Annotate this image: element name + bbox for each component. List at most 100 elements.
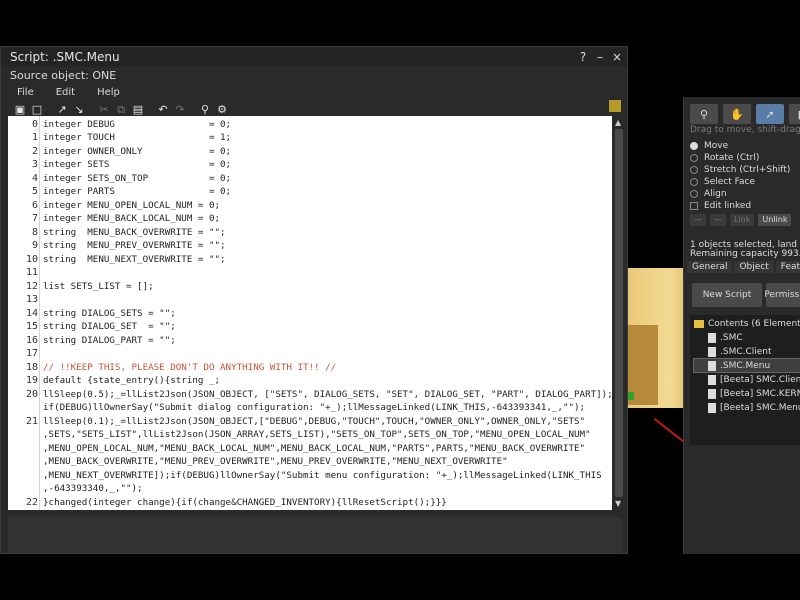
line-number: 3 (31, 159, 38, 170)
list-item[interactable]: [Beeta] SMC.Client (694, 373, 800, 386)
code-line: string DIALOG_SET = ""; (43, 321, 176, 332)
tab-general[interactable]: General (687, 261, 733, 273)
edit-linked-checkbox[interactable]: Edit linked (690, 201, 751, 211)
list-item[interactable]: .SMC.Client (694, 345, 772, 358)
radio-selected-icon[interactable] (690, 142, 698, 150)
list-item-selected[interactable]: .SMC.Menu (693, 358, 800, 373)
code-line: ,MENU_OPEN_LOCAL_NUM,"MENU_BACK_LOCAL_NU… (43, 443, 586, 454)
code-line: llSleep(0.5);_=llList2Json(JSON_OBJECT, … (43, 389, 612, 400)
radio-icon[interactable] (690, 190, 698, 198)
save-icon[interactable]: ▣ (13, 103, 27, 117)
line-number: 6 (31, 200, 38, 211)
code-text-area[interactable]: integer DEBUG = 0; integer TOUCH = 1; in… (43, 116, 612, 510)
code-line: integer SETS = 0; (43, 159, 232, 170)
paste-icon[interactable]: ▤ (131, 103, 145, 117)
line-number: 5 (31, 186, 38, 197)
folder-label: Contents (6 Elements) (708, 318, 800, 329)
list-item[interactable]: [Beeta] SMC.Menu (694, 401, 800, 414)
line-number: 21 (25, 416, 38, 427)
code-editor[interactable]: 0 1 2 3 4 5 6 7 8 9 10 11 12 13 14 15 16… (8, 116, 612, 510)
permissions-button[interactable]: Permissions (764, 283, 800, 307)
tab-object[interactable]: Object (734, 261, 774, 273)
contents-folder[interactable]: Contents (6 Elements) (694, 317, 800, 330)
import-icon[interactable]: ↘ (72, 103, 86, 117)
nav-right-button[interactable]: — (710, 214, 726, 226)
edit-linked-label: Edit linked (704, 201, 752, 211)
link-button[interactable]: Link (730, 214, 755, 226)
line-number: 15 (25, 321, 38, 332)
settings-icon[interactable]: ⚙ (215, 103, 229, 117)
mode-rotate[interactable]: Rotate (Ctrl) (690, 153, 759, 163)
code-line: ,-643393340,_,""); (43, 483, 143, 494)
create-tool-icon[interactable]: ■ (789, 104, 800, 124)
folder-icon (694, 319, 704, 328)
window-titlebar[interactable]: Script: .SMC.Menu ? – × (1, 47, 627, 67)
item-label: .SMC.Client (720, 346, 772, 357)
item-label: [Beeta] SMC.KERNEL (720, 388, 800, 399)
scroll-down-icon[interactable]: ▼ (615, 499, 621, 508)
mode-stretch[interactable]: Stretch (Ctrl+Shift) (690, 165, 790, 175)
focus-tool-icon[interactable]: ⚲ (690, 104, 718, 124)
copy-icon[interactable]: ⧉ (114, 103, 128, 117)
script-icon (708, 374, 716, 385)
build-hint-text: Drag to move, shift-drag to copy (690, 125, 800, 135)
axis-handle[interactable] (628, 392, 634, 400)
line-number: 11 (25, 267, 38, 278)
code-line: integer TOUCH = 1; (43, 132, 232, 143)
line-number: 20 (25, 389, 38, 400)
code-line: // !!KEEP THIS, PLEASE DON'T DO ANYTHING… (43, 362, 337, 373)
code-line: integer DEBUG = 0; (43, 119, 232, 130)
undo-icon[interactable]: ↶ (156, 103, 170, 117)
code-line: integer OWNER_ONLY = 0; (43, 146, 232, 157)
mode-select-face[interactable]: Select Face (690, 177, 755, 187)
menu-bar: File Edit Help (1, 84, 627, 101)
script-icon (708, 388, 716, 399)
script-editor-window: Script: .SMC.Menu ? – × Source object: O… (0, 46, 628, 554)
script-icon (708, 346, 716, 357)
scrollbar-thumb[interactable] (615, 129, 623, 497)
line-number: 0 (31, 119, 38, 130)
list-item[interactable]: .SMC (694, 331, 743, 344)
redo-icon[interactable]: ↷ (173, 103, 187, 117)
checkbox-icon[interactable] (690, 202, 698, 210)
build-tabs: General Object Features (687, 261, 800, 273)
new-script-button[interactable]: New Script (692, 283, 762, 307)
grab-tool-icon[interactable]: ✋ (723, 104, 751, 124)
edit-tool-icon[interactable]: ➚ (756, 104, 784, 124)
status-indicator-icon (609, 100, 621, 112)
code-line: integer PARTS = 0; (43, 186, 232, 197)
help-button[interactable]: ? (576, 50, 590, 64)
script-icon (708, 332, 716, 343)
radio-icon[interactable] (690, 154, 698, 162)
menu-file[interactable]: File (17, 84, 34, 101)
mode-move[interactable]: Move (690, 141, 728, 151)
line-number: 22 (25, 497, 38, 508)
code-line: string DIALOG_PART = ""; (43, 335, 176, 346)
link-button-row: — — Link Unlink (690, 214, 795, 226)
unlink-button[interactable]: Unlink (758, 214, 792, 226)
export-icon[interactable]: ↗ (55, 103, 69, 117)
line-number-gutter: 0 1 2 3 4 5 6 7 8 9 10 11 12 13 14 15 16… (8, 116, 40, 510)
axis-line (653, 417, 687, 445)
radio-icon[interactable] (690, 178, 698, 186)
contents-list[interactable]: Contents (6 Elements) .SMC .SMC.Client .… (690, 315, 800, 445)
code-line: integer MENU_BACK_LOCAL_NUM = 0; (43, 213, 221, 224)
scroll-up-icon[interactable]: ▲ (615, 118, 621, 127)
radio-icon[interactable] (690, 166, 698, 174)
nav-left-button[interactable]: — (690, 214, 706, 226)
close-button[interactable]: × (610, 50, 624, 64)
mode-align[interactable]: Align (690, 189, 727, 199)
cut-icon[interactable]: ✂ (97, 103, 111, 117)
code-line: llSleep(0.1);_=llList2Json(JSON_OBJECT,[… (43, 416, 586, 427)
search-icon[interactable]: ⚲ (198, 103, 212, 117)
item-label: .SMC.Menu (720, 360, 771, 371)
minimize-button[interactable]: – (593, 50, 607, 64)
list-item[interactable]: [Beeta] SMC.KERNEL (694, 387, 800, 400)
save-as-icon[interactable]: □ (30, 103, 44, 117)
source-object-label: Source object: ONE (10, 69, 117, 82)
menu-edit[interactable]: Edit (56, 84, 75, 101)
script-icon (708, 360, 716, 371)
menu-help[interactable]: Help (97, 84, 120, 101)
line-number: 7 (31, 213, 38, 224)
tab-features[interactable]: Features (775, 261, 800, 273)
